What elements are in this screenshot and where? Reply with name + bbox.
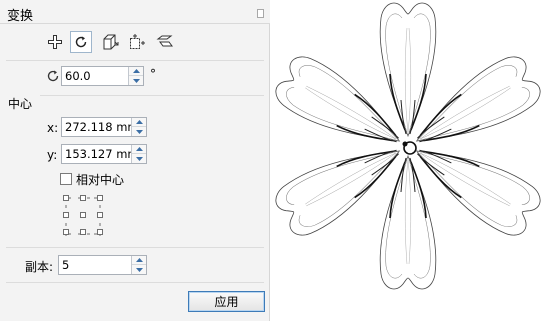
copies-input[interactable] — [59, 256, 131, 274]
center-y-field[interactable] — [61, 144, 147, 164]
separator — [6, 60, 264, 61]
transform-docker: 变换 60.0 ° 中心 x: 272.118 mm y: 153.127 mm… — [0, 0, 270, 321]
spin-up-arrow-icon[interactable] — [132, 118, 146, 127]
scale-mirror-icon — [103, 34, 119, 50]
anchor-top-right[interactable] — [97, 195, 103, 201]
anchor-point-grid[interactable] — [60, 192, 108, 240]
spin-up-arrow-icon[interactable] — [132, 145, 146, 154]
center-separator — [40, 95, 264, 96]
position-tool-button[interactable] — [44, 31, 66, 53]
spin-up-arrow-icon[interactable] — [132, 256, 146, 265]
rotation-angle-spinner[interactable] — [128, 67, 143, 85]
anchor-center[interactable] — [80, 212, 86, 218]
anchor-top-left[interactable] — [63, 195, 69, 201]
center-x-input[interactable] — [62, 118, 131, 136]
rotate-icon — [75, 36, 87, 48]
copies-label: 副本: — [25, 260, 54, 274]
center-y-input[interactable] — [62, 145, 131, 163]
docker-collapse-button[interactable] — [257, 9, 264, 18]
center-section-label: 中心 — [8, 97, 33, 111]
spin-up-arrow-icon[interactable] — [129, 67, 143, 76]
anchor-bottom-center[interactable] — [80, 229, 86, 235]
apply-button[interactable]: 应用 — [188, 291, 265, 312]
flower-drawing[interactable] — [269, 0, 552, 321]
rotate-tool-button[interactable] — [70, 31, 92, 53]
spin-down-arrow-icon[interactable] — [132, 265, 146, 274]
center-x-field[interactable] — [61, 117, 147, 137]
drawing-canvas[interactable] — [269, 0, 552, 321]
degree-unit-label: ° — [150, 67, 156, 81]
docker-title: 变换 — [7, 9, 34, 24]
scale-mirror-tool-button[interactable] — [100, 31, 122, 53]
size-tool-button[interactable] — [126, 31, 148, 53]
rotation-angle-field[interactable] — [61, 66, 144, 86]
center-x-label: x: — [47, 121, 59, 135]
anchor-middle-left[interactable] — [63, 212, 69, 218]
rotation-angle-input[interactable] — [62, 67, 128, 85]
center-x-spinner[interactable] — [131, 118, 146, 136]
anchor-top-center[interactable] — [80, 195, 86, 201]
copies-spinner[interactable] — [131, 256, 146, 274]
spin-down-arrow-icon[interactable] — [132, 154, 146, 163]
relative-center-label: 相对中心 — [76, 173, 125, 187]
anchor-middle-right[interactable] — [97, 212, 103, 218]
size-icon — [130, 34, 145, 49]
center-y-spinner[interactable] — [131, 145, 146, 163]
skew-icon — [156, 35, 173, 47]
position-icon — [48, 35, 62, 49]
skew-tool-button[interactable] — [154, 31, 176, 53]
spin-down-arrow-icon[interactable] — [132, 127, 146, 136]
flower-petals — [269, 2, 547, 290]
copies-field[interactable] — [58, 255, 147, 275]
relative-center-checkbox[interactable] — [60, 173, 72, 185]
rotation-angle-icon — [47, 70, 59, 82]
center-y-label: y: — [47, 148, 58, 162]
docker-titlebar: 变换 — [0, 0, 270, 24]
anchor-bottom-left[interactable] — [63, 229, 69, 235]
spin-down-arrow-icon[interactable] — [129, 76, 143, 85]
separator — [6, 247, 264, 248]
anchor-bottom-right[interactable] — [97, 229, 103, 235]
separator — [6, 282, 264, 283]
